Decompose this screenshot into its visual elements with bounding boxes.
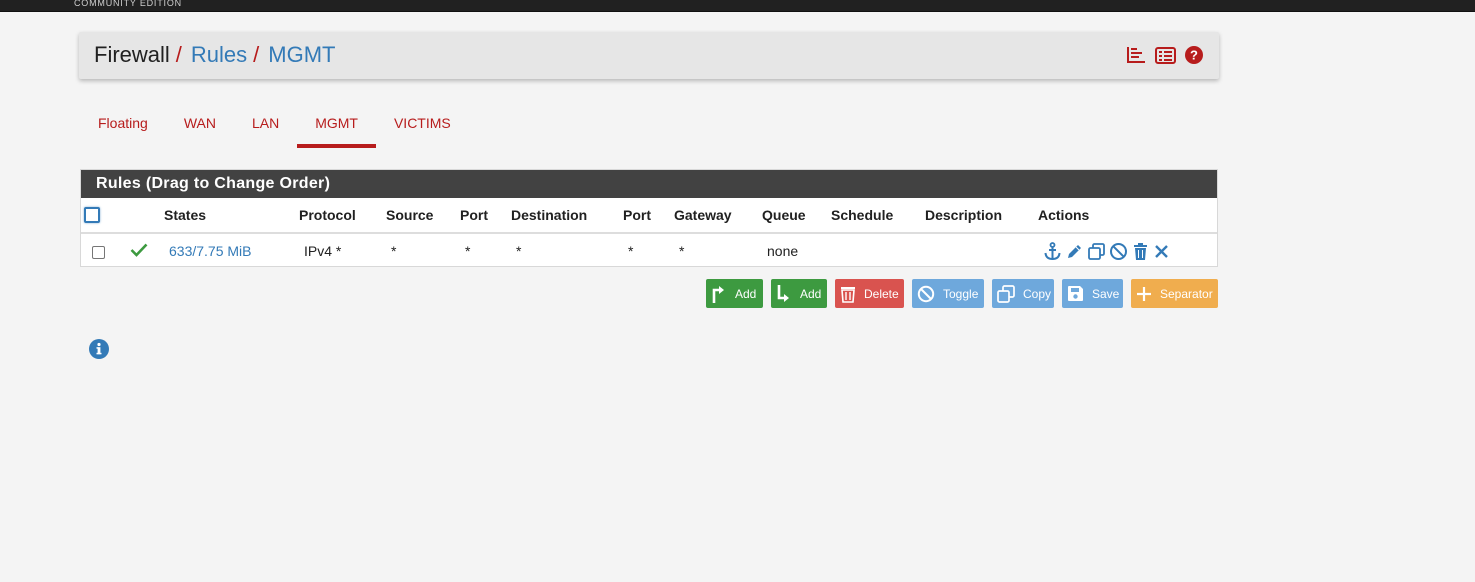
table-header-row: States Protocol Source Port Destination … xyxy=(81,198,1217,234)
edition-label: COMMUNITY EDITION xyxy=(74,0,182,8)
tab-wan[interactable]: WAN xyxy=(166,106,234,148)
rules-table: States Protocol Source Port Destination … xyxy=(81,198,1217,268)
col-description: Description xyxy=(925,198,1038,234)
col-gateway: Gateway xyxy=(674,198,762,234)
tab-lan[interactable]: LAN xyxy=(234,106,297,148)
copy-selected-button[interactable]: Copy xyxy=(992,279,1054,308)
col-states: States xyxy=(164,198,299,234)
rules-panel: Rules (Drag to Change Order) States Prot… xyxy=(80,169,1218,267)
copy-label: Copy xyxy=(1023,286,1052,301)
help-icon[interactable]: ? xyxy=(1185,46,1203,64)
breadcrumb-bar: Firewall / Rules / MGMT ? xyxy=(79,32,1219,79)
protocol-value: IPv4 * xyxy=(304,243,342,259)
interface-tabs: Floating WAN LAN MGMT VICTIMS xyxy=(80,106,469,148)
breadcrumb-rules-link[interactable]: Rules xyxy=(191,42,247,67)
top-navbar: COMMUNITY EDITION xyxy=(0,0,1475,12)
select-all-checkbox[interactable] xyxy=(84,207,100,223)
add-separator-button[interactable]: Separator xyxy=(1131,279,1218,308)
col-protocol: Protocol xyxy=(299,198,386,234)
pencil-icon[interactable] xyxy=(1065,242,1084,261)
col-source-port: Port xyxy=(460,198,511,234)
trash-icon[interactable] xyxy=(1131,242,1150,261)
source-port-value: * xyxy=(465,243,471,259)
col-queue: Queue xyxy=(762,198,831,234)
col-source: Source xyxy=(386,198,460,234)
save-icon xyxy=(1067,285,1084,302)
check-icon[interactable] xyxy=(130,243,148,257)
breadcrumb-mgmt-link[interactable]: MGMT xyxy=(268,42,335,67)
tab-mgmt[interactable]: MGMT xyxy=(297,106,376,148)
tab-victims[interactable]: VICTIMS xyxy=(376,106,469,148)
delete-x-icon[interactable] xyxy=(1153,242,1170,261)
copy-icon[interactable] xyxy=(1087,242,1106,261)
tab-floating[interactable]: Floating xyxy=(80,106,166,148)
breadcrumb: Firewall / Rules / MGMT xyxy=(94,43,336,67)
breadcrumb-separator: / xyxy=(253,42,260,67)
gateway-value: * xyxy=(679,243,685,259)
col-actions: Actions xyxy=(1038,198,1217,234)
breadcrumb-separator: / xyxy=(175,42,182,67)
anchor-icon[interactable] xyxy=(1043,241,1062,261)
disable-icon[interactable] xyxy=(1109,242,1128,261)
toggle-label: Toggle xyxy=(943,286,979,301)
panel-title: Rules (Drag to Change Order) xyxy=(81,170,1217,198)
trash-icon xyxy=(840,285,856,303)
destination-value: * xyxy=(516,243,522,259)
ban-icon xyxy=(917,285,935,303)
plus-icon xyxy=(1136,286,1152,302)
breadcrumb-firewall: Firewall xyxy=(94,42,170,67)
save-button[interactable]: Save xyxy=(1062,279,1123,308)
table-row[interactable]: 633/7.75 MiB IPv4 * * * * * * none xyxy=(81,233,1217,268)
source-value: * xyxy=(391,243,397,259)
toggle-selected-button[interactable]: Toggle xyxy=(912,279,984,308)
states-link[interactable]: 633/7.75 MiB xyxy=(169,243,252,259)
level-up-icon xyxy=(711,285,727,303)
list-icon[interactable] xyxy=(1155,46,1176,64)
delete-selected-button[interactable]: Delete xyxy=(835,279,904,308)
add-bottom-label: Add xyxy=(800,286,822,301)
info-icon[interactable] xyxy=(89,339,109,364)
row-select-checkbox[interactable] xyxy=(92,246,105,259)
col-destination-port: Port xyxy=(623,198,674,234)
destination-port-value: * xyxy=(628,243,634,259)
add-rule-bottom-button[interactable]: Add xyxy=(771,279,827,308)
col-destination: Destination xyxy=(511,198,623,234)
col-schedule: Schedule xyxy=(831,198,925,234)
save-label: Save xyxy=(1092,286,1120,301)
add-rule-top-button[interactable]: Add xyxy=(706,279,763,308)
add-top-label: Add xyxy=(735,286,757,301)
rule-actions-toolbar: Add Add Delete Toggle Copy Save Separato… xyxy=(706,279,1218,308)
chart-icon[interactable] xyxy=(1126,46,1146,64)
separator-label: Separator xyxy=(1160,286,1213,301)
copy-icon xyxy=(997,284,1015,303)
queue-value: none xyxy=(767,243,799,259)
level-down-icon xyxy=(776,284,792,303)
delete-label: Delete xyxy=(864,286,899,301)
svg-text:?: ? xyxy=(1190,48,1198,63)
